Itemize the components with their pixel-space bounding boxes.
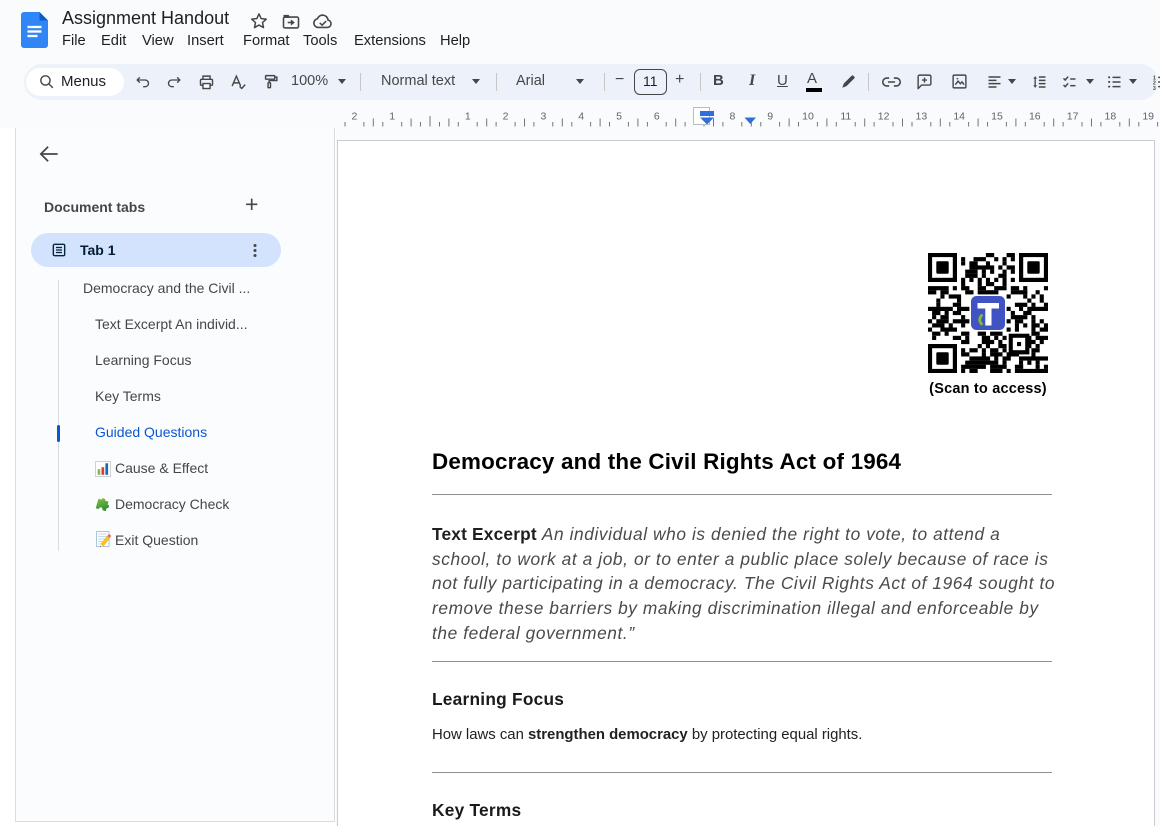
svg-text:13: 13 xyxy=(916,111,928,123)
svg-text:3: 3 xyxy=(540,111,546,123)
svg-text:1: 1 xyxy=(465,111,471,123)
svg-text:19: 19 xyxy=(1142,111,1154,123)
svg-text:4: 4 xyxy=(578,111,584,123)
svg-text:9: 9 xyxy=(767,111,773,123)
svg-text:14: 14 xyxy=(953,111,965,123)
svg-text:17: 17 xyxy=(1067,111,1079,123)
svg-text:10: 10 xyxy=(802,111,814,123)
svg-text:8: 8 xyxy=(729,111,735,123)
svg-text:11: 11 xyxy=(840,111,851,123)
svg-text:16: 16 xyxy=(1029,111,1041,123)
svg-text:2: 2 xyxy=(351,111,357,123)
svg-text:1: 1 xyxy=(389,111,395,123)
svg-text:2: 2 xyxy=(503,111,509,123)
svg-text:18: 18 xyxy=(1105,111,1117,123)
svg-text:15: 15 xyxy=(991,111,1003,123)
svg-text:5: 5 xyxy=(616,111,622,123)
svg-text:6: 6 xyxy=(654,111,660,123)
svg-text:12: 12 xyxy=(878,111,890,123)
svg-text:3: 3 xyxy=(1153,86,1156,90)
